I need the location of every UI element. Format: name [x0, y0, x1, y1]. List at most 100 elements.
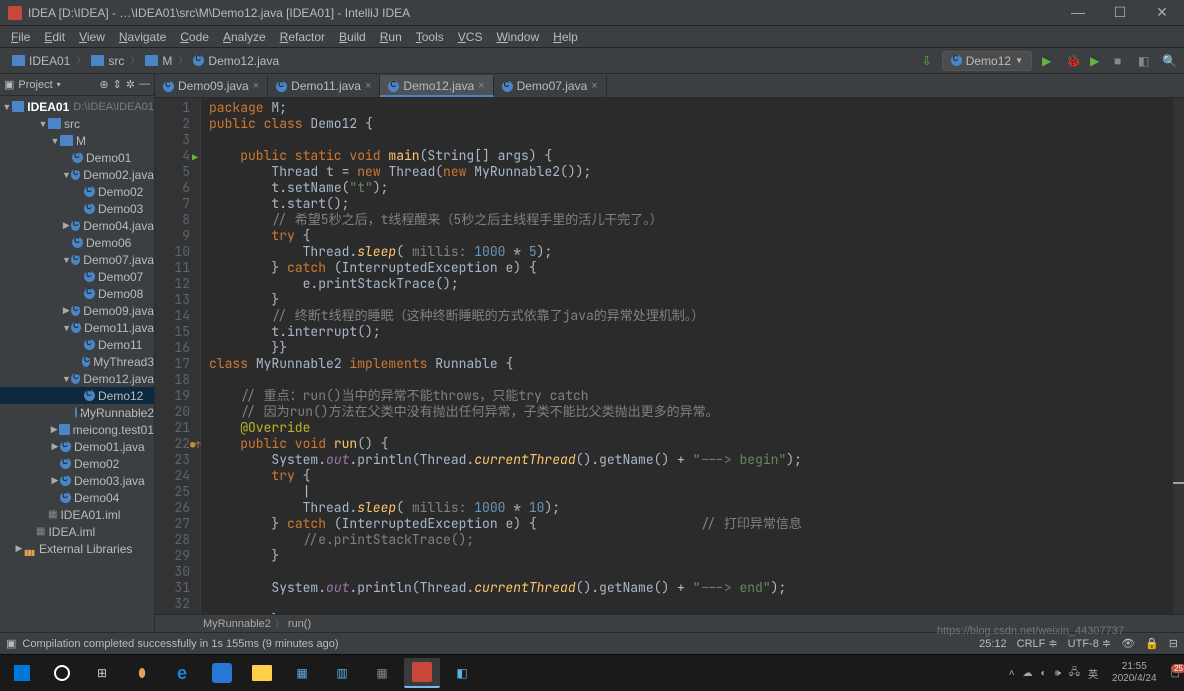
gutter-line[interactable]: 26	[155, 500, 190, 516]
tab-close-button[interactable]: ×	[591, 80, 597, 92]
gutter-line[interactable]: 11	[155, 260, 190, 276]
gutter-line[interactable]: 18	[155, 372, 190, 388]
project-tree[interactable]: ▼ IDEA01 D:\IDEA\IDEA01 ▼src▼MDemo01▼Dem…	[0, 96, 154, 632]
gutter-line[interactable]: 19	[155, 388, 190, 404]
tree-item[interactable]: ▶Demo01.java	[0, 438, 154, 455]
gutter-line[interactable]: 5	[155, 164, 190, 180]
breadcrumb-item[interactable]: Demo12.java	[189, 54, 283, 68]
tree-item[interactable]: ▶Demo03.java	[0, 472, 154, 489]
gutter-line[interactable]: 23	[155, 452, 190, 468]
code-line[interactable]: class MyRunnable2 implements Runnable {	[209, 356, 1173, 372]
gutter-line[interactable]: 20	[155, 404, 190, 420]
memory-icon[interactable]: ⊟	[1169, 637, 1178, 650]
breadcrumb-item[interactable]: src	[87, 54, 128, 68]
hide-button[interactable]: —	[139, 78, 150, 91]
coverage-button[interactable]: ▶	[1090, 54, 1104, 68]
close-button[interactable]: ✕	[1148, 4, 1176, 21]
build-icon[interactable]: ⇩	[922, 54, 932, 68]
debug-button[interactable]: 🐞	[1066, 54, 1080, 68]
code-line[interactable]	[209, 596, 1173, 612]
code-line[interactable]: }	[209, 548, 1173, 564]
gutter-line[interactable]: 22●↑	[155, 436, 190, 452]
gutter-line[interactable]: 2	[155, 116, 190, 132]
tree-item[interactable]: MyRunnable2	[0, 404, 154, 421]
ime-icon[interactable]: 英	[1088, 666, 1098, 681]
show-hidden-icons[interactable]: ˄	[1009, 668, 1015, 679]
code-line[interactable]	[209, 564, 1173, 580]
gutter-line[interactable]: 9	[155, 228, 190, 244]
menu-navigate[interactable]: Navigate	[112, 28, 173, 46]
menu-file[interactable]: File	[4, 28, 37, 46]
code-line[interactable]: // 因为run()方法在父类中没有抛出任何异常，子类不能比父类抛出更多的异常。	[209, 404, 1173, 420]
tab-close-button[interactable]: ×	[253, 80, 259, 92]
expand-arrow[interactable]: ▼	[50, 136, 60, 146]
gutter-line[interactable]: 12	[155, 276, 190, 292]
tree-item[interactable]: ▶Demo09.java	[0, 302, 154, 319]
tree-item[interactable]: ▼M	[0, 132, 154, 149]
tree-item[interactable]: Demo02	[0, 455, 154, 472]
gutter-line[interactable]: 31	[155, 580, 190, 596]
gutter-line[interactable]: 17	[155, 356, 190, 372]
search-everywhere-icon[interactable]: 🔍	[1162, 54, 1176, 68]
code-line[interactable]: t.start();	[209, 196, 1173, 212]
right-gutter[interactable]	[1173, 98, 1184, 614]
ide-settings-icon[interactable]: ◧	[1138, 54, 1152, 68]
tree-item[interactable]: ▶meicong.test01	[0, 421, 154, 438]
menu-analyze[interactable]: Analyze	[216, 28, 273, 46]
menu-vcs[interactable]: VCS	[451, 28, 490, 46]
code-line[interactable]: } catch (InterruptedException e) {	[209, 260, 1173, 276]
tree-item[interactable]: Demo04	[0, 489, 154, 506]
code-line[interactable]: }}	[209, 340, 1173, 356]
stop-button[interactable]: ■	[1114, 54, 1128, 68]
code-line[interactable]: Thread t = new Thread(new MyRunnable2())…	[209, 164, 1173, 180]
override-gutter-icon[interactable]: ●↑	[190, 437, 200, 447]
taskbar-app[interactable]: ◧	[444, 658, 480, 688]
gutter-line[interactable]: 27	[155, 516, 190, 532]
expand-arrow[interactable]: ▶	[62, 220, 71, 231]
menu-build[interactable]: Build	[332, 28, 373, 46]
taskbar-app[interactable]: ⬮	[124, 658, 160, 688]
task-view-button[interactable]: ⊞	[84, 658, 120, 688]
status-icon[interactable]: ▣	[6, 637, 16, 650]
gutter-line[interactable]: 21	[155, 420, 190, 436]
code-content[interactable]: package M;public class Demo12 { public s…	[201, 98, 1173, 614]
menu-run[interactable]: Run	[373, 28, 409, 46]
file-encoding[interactable]: UTF-8 ≑	[1068, 637, 1111, 650]
gutter-line[interactable]: 10	[155, 244, 190, 260]
tree-item[interactable]: ▦IDEA.iml	[0, 523, 154, 540]
tree-item[interactable]: Demo11	[0, 336, 154, 353]
tree-item[interactable]: Demo08	[0, 285, 154, 302]
edge-icon[interactable]: e	[164, 658, 200, 688]
gutter-line[interactable]: 7	[155, 196, 190, 212]
code-line[interactable]: public class Demo12 {	[209, 116, 1173, 132]
gutter-line[interactable]: 32	[155, 596, 190, 612]
tree-item[interactable]: ▼Demo07.java	[0, 251, 154, 268]
code-line[interactable]: System.out.println(Thread.currentThread(…	[209, 580, 1173, 596]
code-line[interactable]: }	[209, 292, 1173, 308]
expand-arrow[interactable]: ▼	[62, 323, 71, 333]
gutter[interactable]: 1234▶5678910111213141516171819202122●↑23…	[155, 98, 201, 614]
gutter-line[interactable]: 24	[155, 468, 190, 484]
expand-arrow[interactable]: ▼	[38, 119, 48, 129]
menu-view[interactable]: View	[72, 28, 112, 46]
gutter-line[interactable]: 28	[155, 532, 190, 548]
tree-item[interactable]: Demo12	[0, 387, 154, 404]
gutter-line[interactable]: 3	[155, 132, 190, 148]
gear-icon[interactable]: ✲	[126, 78, 135, 91]
code-line[interactable]: Thread.sleep( millis: 1000 * 5);	[209, 244, 1173, 260]
expand-arrow[interactable]: ▼	[2, 102, 12, 112]
breadcrumb-item[interactable]: IDEA01	[8, 54, 74, 68]
code-line[interactable]: public static void main(String[] args) {	[209, 148, 1173, 164]
inspections-icon[interactable]: 👁	[1121, 637, 1135, 650]
code-editor[interactable]: 1234▶5678910111213141516171819202122●↑23…	[155, 98, 1184, 614]
code-line[interactable]: System.out.println(Thread.currentThread(…	[209, 452, 1173, 468]
menu-tools[interactable]: Tools	[409, 28, 451, 46]
menu-refactor[interactable]: Refactor	[273, 28, 332, 46]
code-line[interactable]: Thread.sleep( millis: 1000 * 10);	[209, 500, 1173, 516]
breadcrumb-item[interactable]: M	[141, 54, 176, 68]
code-line[interactable]: try {	[209, 228, 1173, 244]
gutter-line[interactable]: 30	[155, 564, 190, 580]
start-button[interactable]	[4, 658, 40, 688]
code-line[interactable]: public void run() {	[209, 436, 1173, 452]
project-view-dropdown[interactable]: ▣ Project ▾	[4, 78, 99, 91]
